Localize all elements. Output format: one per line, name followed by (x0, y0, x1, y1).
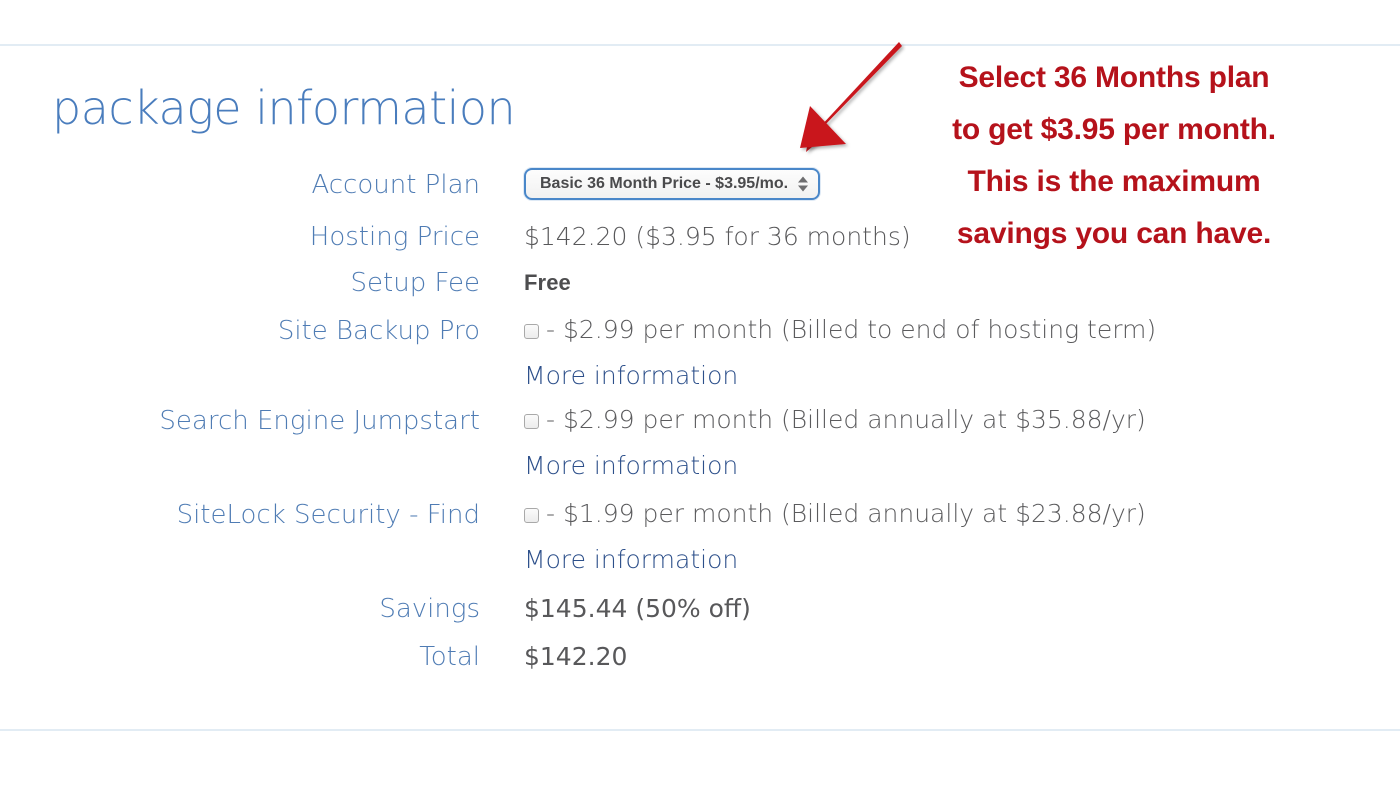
top-divider (0, 44, 1400, 46)
row-site-backup-pro: Site Backup Pro - $2.99 per month (Bille… (0, 314, 1400, 360)
label-savings: Savings (379, 594, 480, 624)
row-sitelock-security-more: More information (0, 544, 1400, 588)
account-plan-select[interactable]: Basic 36 Month Price - $3.95/mo. (524, 168, 821, 200)
label-hosting-price: Hosting Price (309, 222, 480, 252)
row-setup-fee: Setup Fee Free (0, 266, 1400, 314)
annotation-line-2: to get $3.95 per month. (952, 113, 1276, 146)
row-total: Total $142.20 (0, 640, 1400, 686)
annotation-line-1: Select 36 Months plan (958, 61, 1270, 94)
value-savings: $145.44 (50% off) (524, 594, 751, 623)
label-setup-fee: Setup Fee (350, 268, 480, 298)
label-account-plan: Account Plan (311, 170, 480, 200)
page-title: package information (52, 81, 516, 135)
stepper-arrows-icon[interactable] (798, 176, 809, 192)
bottom-divider (0, 729, 1400, 731)
annotation-arrow-icon (800, 42, 902, 152)
sitelock-security-option[interactable]: - $1.99 per month (Billed annually at $2… (524, 498, 1146, 530)
row-sitelock-security: SiteLock Security - Find - $1.99 per mon… (0, 498, 1400, 544)
row-search-engine-jumpstart-more: More information (0, 450, 1400, 494)
row-savings: Savings $145.44 (50% off) (0, 592, 1400, 638)
checkbox-site-backup-pro[interactable] (524, 323, 539, 339)
package-information-page: package information Account Plan Basic 3… (0, 0, 1400, 800)
value-setup-fee: Free (524, 270, 571, 295)
account-plan-selected-value: Basic 36 Month Price - $3.95/mo. (540, 175, 789, 192)
row-search-engine-jumpstart: Search Engine Jumpstart - $2.99 per mont… (0, 404, 1400, 450)
more-information-link-sitelock-security[interactable]: More information (524, 544, 738, 576)
label-site-backup-pro: Site Backup Pro (277, 316, 480, 346)
label-sitelock-security: SiteLock Security - Find (176, 500, 480, 530)
annotation-text: Select 36 Months plan to get $3.95 per m… (896, 52, 1332, 260)
label-search-engine-jumpstart: Search Engine Jumpstart (159, 406, 480, 436)
search-engine-jumpstart-option-text: - $2.99 per month (Billed annually at $3… (546, 405, 1146, 434)
checkbox-sitelock-security[interactable] (524, 507, 539, 523)
annotation-line-3: This is the maximum (967, 165, 1261, 198)
value-hosting-price: $142.20 ($3.95 for 36 months) (524, 222, 911, 251)
value-total: $142.20 (524, 642, 628, 671)
sitelock-security-option-text: - $1.99 per month (Billed annually at $2… (546, 499, 1146, 528)
checkbox-search-engine-jumpstart[interactable] (524, 413, 539, 429)
row-site-backup-pro-more: More information (0, 360, 1400, 404)
site-backup-pro-option-text: - $2.99 per month (Billed to end of host… (546, 315, 1157, 344)
label-total: Total (419, 642, 480, 672)
annotation-line-4: savings you can have. (956, 217, 1272, 250)
search-engine-jumpstart-option[interactable]: - $2.99 per month (Billed annually at $3… (524, 404, 1146, 436)
more-information-link-search-engine-jumpstart[interactable]: More information (524, 450, 738, 482)
more-information-link-site-backup-pro[interactable]: More information (524, 360, 738, 392)
site-backup-pro-option[interactable]: - $2.99 per month (Billed to end of host… (524, 314, 1156, 346)
